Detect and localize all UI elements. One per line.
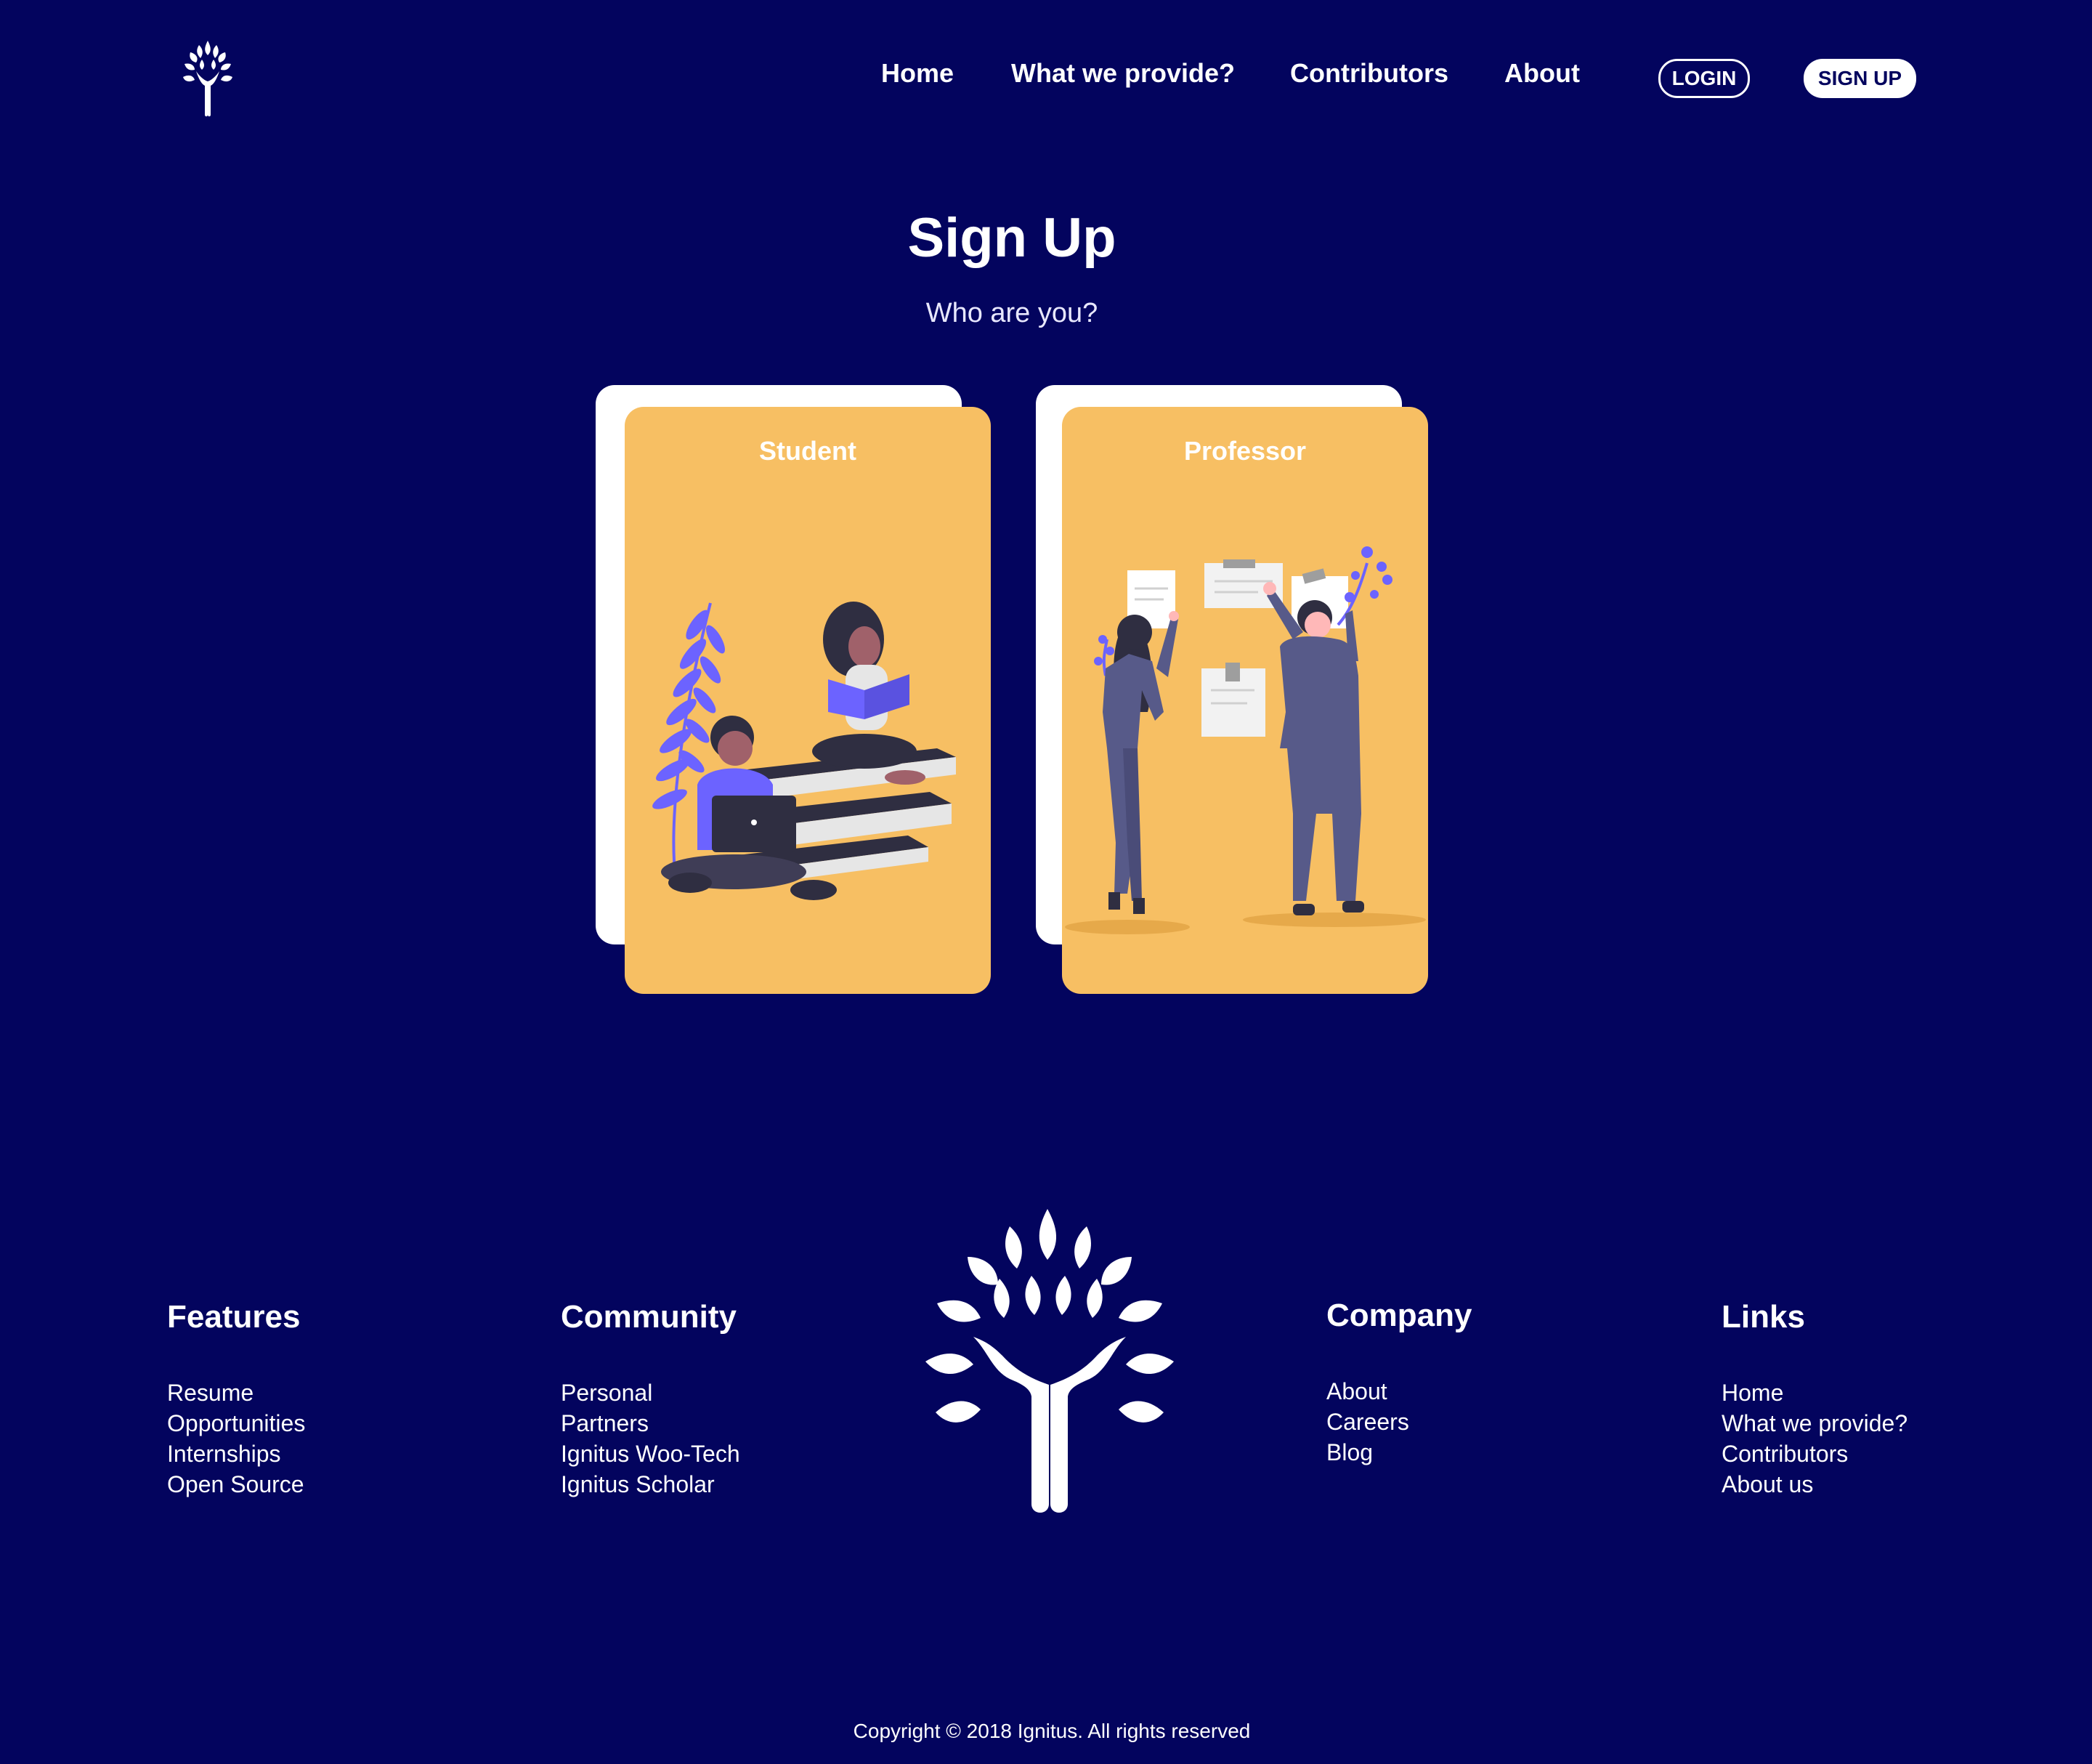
- footer-links-column: Links Home What we provide? Contributors…: [1722, 1299, 1907, 1500]
- professor-card[interactable]: Professor: [1062, 407, 1428, 994]
- tree-flame-logo-icon[interactable]: [179, 38, 237, 118]
- footer-link-about-us[interactable]: About us: [1722, 1469, 1907, 1500]
- footer-community-column: Community Personal Partners Ignitus Woo-…: [561, 1299, 740, 1500]
- footer-features-column: Features Resume Opportunities Internship…: [167, 1299, 305, 1500]
- tree-flame-logo-icon: [925, 1209, 1174, 1513]
- nav-about-link[interactable]: About: [1504, 58, 1580, 89]
- footer-company-column: Company About Careers Blog: [1326, 1298, 1472, 1468]
- footer-link-opportunities[interactable]: Opportunities: [167, 1408, 305, 1439]
- students-reading-books-illustration: [652, 602, 956, 900]
- footer-heading-links: Links: [1722, 1299, 1805, 1335]
- footer-link-ignitus-woo-tech[interactable]: Ignitus Woo-Tech: [561, 1439, 740, 1469]
- signup-button[interactable]: SIGN UP: [1804, 59, 1916, 98]
- footer-link-careers[interactable]: Careers: [1326, 1407, 1472, 1437]
- footer-link-internships[interactable]: Internships: [167, 1439, 305, 1469]
- login-button[interactable]: LOGIN: [1658, 59, 1750, 98]
- footer-link-contributors[interactable]: Contributors: [1722, 1439, 1907, 1469]
- nav-contributors-link[interactable]: Contributors: [1290, 58, 1448, 89]
- footer-link-ignitus-scholar[interactable]: Ignitus Scholar: [561, 1469, 740, 1500]
- page-subtitle: Who are you?: [925, 298, 1098, 328]
- footer-link-home[interactable]: Home: [1722, 1377, 1907, 1408]
- footer-link-open-source[interactable]: Open Source: [167, 1469, 305, 1500]
- signup-page: Home What we provide? Contributors About…: [0, 0, 2092, 1764]
- footer-link-about[interactable]: About: [1326, 1376, 1472, 1407]
- footer-link-partners[interactable]: Partners: [561, 1408, 740, 1439]
- footer-heading-community: Community: [561, 1299, 737, 1335]
- nav-what-we-provide-link[interactable]: What we provide?: [1011, 58, 1235, 89]
- student-card[interactable]: Student: [625, 407, 991, 994]
- footer-link-personal[interactable]: Personal: [561, 1377, 740, 1408]
- footer-link-what-we-provide[interactable]: What we provide?: [1722, 1408, 1907, 1439]
- professors-at-board-illustration: [1065, 546, 1426, 934]
- footer-link-blog[interactable]: Blog: [1326, 1437, 1472, 1468]
- page-title: Sign Up: [907, 207, 1116, 269]
- copyright-text: Copyright © 2018 Ignitus. All rights res…: [853, 1720, 1251, 1742]
- footer-link-resume[interactable]: Resume: [167, 1377, 305, 1408]
- footer-heading-company: Company: [1326, 1298, 1472, 1333]
- nav-home-link[interactable]: Home: [881, 58, 954, 89]
- footer-heading-features: Features: [167, 1299, 301, 1335]
